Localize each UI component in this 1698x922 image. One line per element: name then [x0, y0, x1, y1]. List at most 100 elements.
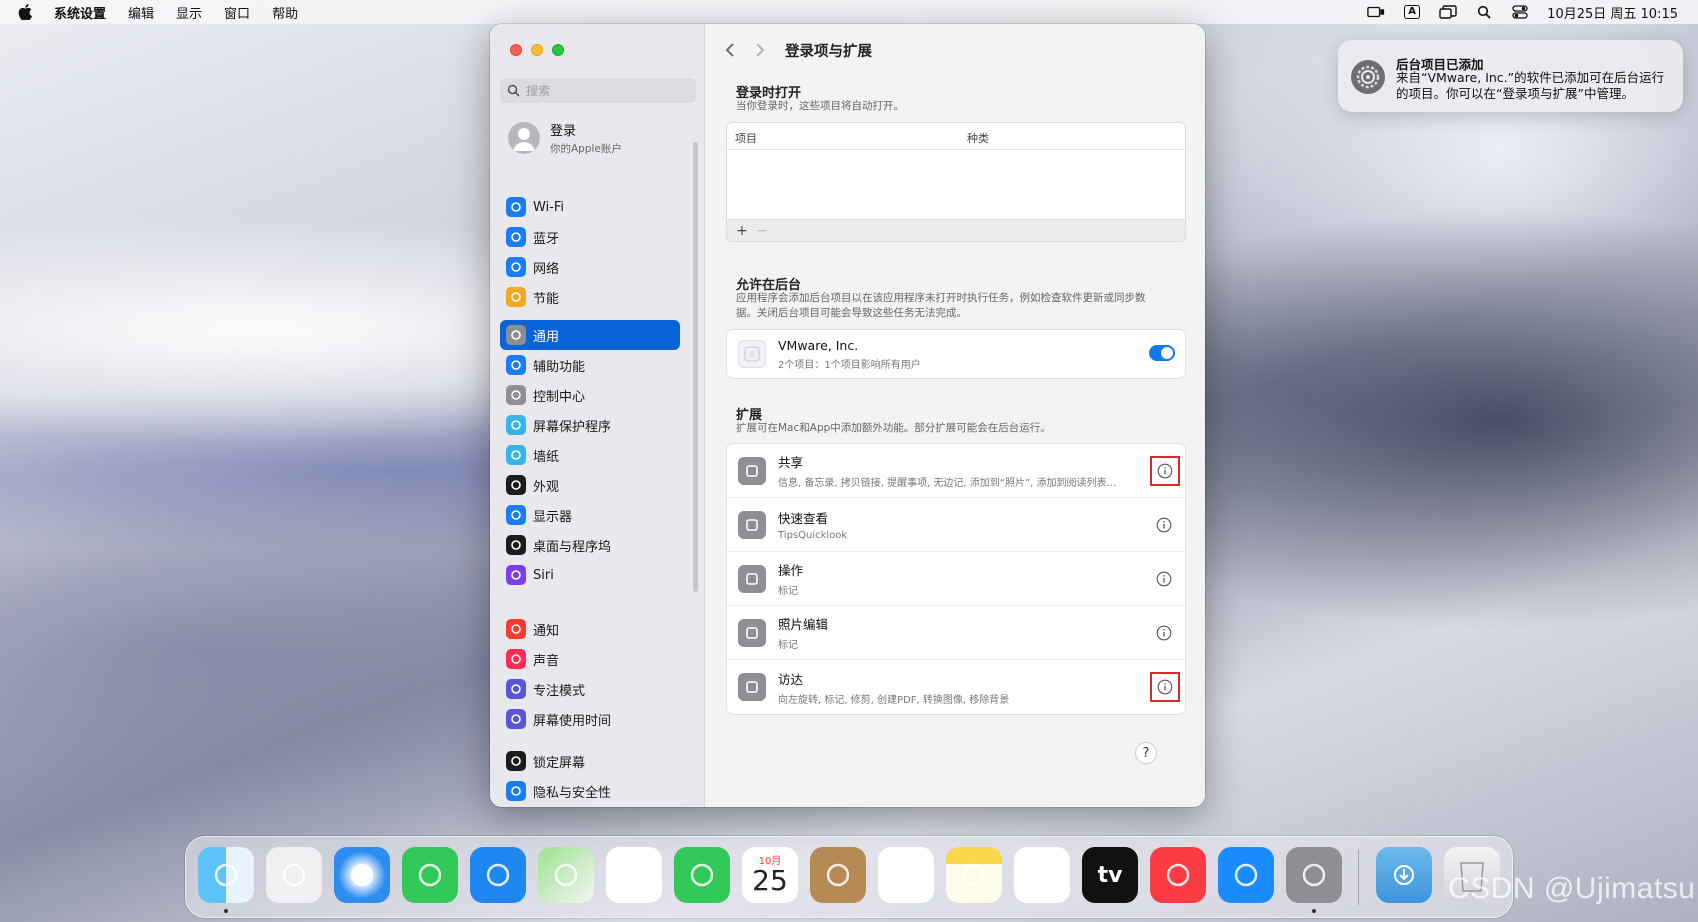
extension-info-button[interactable] [1153, 514, 1175, 536]
reminders-icon [894, 863, 918, 887]
screen-record-icon[interactable] [1367, 5, 1385, 19]
extension-info-button[interactable] [1153, 622, 1175, 644]
input-source-icon[interactable]: A [1403, 5, 1421, 19]
sidebar-item-screensaver[interactable]: 屏幕保护程序 [500, 410, 680, 440]
extension-info-button[interactable] [1150, 672, 1180, 702]
dock-safari[interactable] [334, 847, 390, 903]
dock-app-store[interactable] [1218, 847, 1274, 903]
sidebar-item-display[interactable]: 显示器 [500, 500, 680, 530]
sidebar-item-appearance[interactable]: 外观 [500, 470, 680, 500]
window-controls [510, 44, 564, 56]
menu-view[interactable]: 显示 [176, 3, 202, 22]
extension-row-actions[interactable]: 操作 标记 [727, 552, 1185, 606]
extension-row-share[interactable]: 共享 信息, 备忘录, 拷贝链接, 提醒事项, 无边记, 添加到“照片”, 添加到… [727, 444, 1185, 498]
sidebar-item-bluetooth[interactable]: 蓝牙 [500, 222, 680, 252]
page-title: 登录项与扩展 [785, 43, 872, 60]
sidebar-item-control-center[interactable]: 控制中心 [500, 380, 680, 410]
dock-mail[interactable] [470, 847, 526, 903]
dock-tv[interactable]: tv [1082, 847, 1138, 903]
account-title: 登录 [550, 124, 577, 139]
sidebar-item-privacy[interactable]: 隐私与安全性 [500, 776, 680, 806]
help-button[interactable]: ? [1135, 742, 1157, 764]
extension-row-finder-ext[interactable]: 访达 向左旋转, 标记, 修剪, 创建PDF, 转换图像, 移除背景 [727, 660, 1185, 714]
apple-menu-icon[interactable] [18, 4, 38, 20]
sidebar-item-screen-time[interactable]: 屏幕使用时间 [500, 704, 680, 734]
menu-edit[interactable]: 编辑 [128, 3, 154, 22]
menu-system-settings[interactable]: 系统设置 [54, 3, 106, 22]
close-button[interactable] [510, 44, 522, 56]
dock-facetime[interactable] [674, 847, 730, 903]
sidebar-scrollbar[interactable] [693, 142, 698, 592]
sidebar-item-accessibility[interactable]: 辅助功能 [500, 350, 680, 380]
notification-body: 来自“VMware, Inc.”的软件已添加可在后台运行的项目。你可以在“登录项… [1396, 70, 1665, 101]
menu-window[interactable]: 窗口 [224, 3, 250, 22]
extension-row-photo-editing[interactable]: 照片编辑 标记 [727, 606, 1185, 660]
dock-system-settings[interactable] [1286, 847, 1342, 903]
search-field[interactable]: 搜索 [500, 78, 696, 103]
login-items-table[interactable]: 项目 种类 + − [726, 122, 1186, 242]
contacts-icon [826, 863, 850, 887]
sidebar-item-sound[interactable]: 声音 [500, 644, 680, 674]
dock-calendar[interactable]: 10月 25 [742, 847, 798, 903]
sidebar-item-energy[interactable]: 节能 [500, 282, 680, 312]
forward-button[interactable] [749, 39, 771, 61]
dock-notes[interactable] [946, 847, 1002, 903]
launchpad-icon [282, 863, 306, 887]
sidebar-item-desktop-dock[interactable]: 桌面与程序坞 [500, 530, 680, 560]
sidebar-item-notifications[interactable]: 通知 [500, 614, 680, 644]
focus-icon [506, 679, 526, 699]
sidebar-item-focus[interactable]: 专注模式 [500, 674, 680, 704]
account-subtitle: 你的Apple账户 [550, 143, 622, 155]
dock-contacts[interactable] [810, 847, 866, 903]
remove-item-button[interactable]: − [755, 223, 769, 239]
col-item[interactable]: 项目 [735, 130, 757, 146]
dock-downloads-folder[interactable] [1376, 847, 1432, 903]
dock-launchpad[interactable] [266, 847, 322, 903]
sidebar-item-login-password[interactable]: 登录密码 [500, 806, 680, 807]
sidebar-item-label: 屏幕使用时间 [533, 713, 612, 729]
zoom-button[interactable] [552, 44, 564, 56]
sidebar-item-label: 蓝牙 [533, 231, 560, 247]
dock-finder[interactable] [198, 847, 254, 903]
dock-maps[interactable] [538, 847, 594, 903]
dock-reminders[interactable] [878, 847, 934, 903]
extension-info-button[interactable] [1153, 568, 1175, 590]
extension-info-button[interactable] [1150, 456, 1180, 486]
sidebar-item-label: 屏幕保护程序 [533, 419, 612, 435]
sidebar-item-siri[interactable]: Siri [500, 560, 680, 590]
extension-row-quicklook[interactable]: 快速查看 TipsQuicklook [727, 498, 1185, 552]
minimize-button[interactable] [531, 44, 543, 56]
display-icon [506, 505, 526, 525]
notification-banner[interactable]: 后台项目已添加 来自“VMware, Inc.”的软件已添加可在后台运行的项目。… [1338, 40, 1683, 112]
spotlight-search-icon[interactable] [1475, 5, 1493, 19]
background-desc: 应用程序会添加后台项目以在该应用程序未打开时执行任务，例如检查软件更新或同步数据… [736, 292, 1146, 319]
col-kind[interactable]: 种类 [967, 130, 989, 146]
account-row[interactable]: 登录 你的Apple账户 [508, 120, 622, 156]
menubar-clock[interactable]: 10月25日 周五 10:15 [1547, 3, 1678, 22]
dock-freeform[interactable] [1014, 847, 1070, 903]
info-icon [1157, 463, 1173, 479]
sidebar-item-network[interactable]: 网络 [500, 252, 680, 282]
add-item-button[interactable]: + [735, 223, 749, 239]
finder-icon [214, 863, 238, 887]
menu-help[interactable]: 帮助 [272, 3, 298, 22]
vmware-background-toggle[interactable] [1149, 345, 1175, 361]
sidebar-item-lock-screen[interactable]: 锁定屏幕 [500, 746, 680, 776]
background-items-card: VMware, Inc. 2个项目：1个项目影响所有用户 [726, 329, 1186, 379]
sidebar-item-wifi[interactable]: Wi-Fi [500, 192, 680, 222]
dock-photos[interactable] [606, 847, 662, 903]
control-center-icon[interactable] [1511, 5, 1529, 19]
dock-music[interactable] [1150, 847, 1206, 903]
sidebar-item-label: Wi-Fi [533, 199, 565, 215]
dock-messages[interactable] [402, 847, 458, 903]
sidebar-item-wallpaper[interactable]: 墙纸 [500, 440, 680, 470]
back-button[interactable] [719, 39, 741, 61]
vmware-icon [738, 340, 766, 368]
stage-manager-icon[interactable] [1439, 5, 1457, 19]
background-item-vmware[interactable]: VMware, Inc. 2个项目：1个项目影响所有用户 [727, 330, 1185, 378]
share-icon [738, 456, 766, 485]
info-icon [1156, 517, 1172, 533]
photos-icon [622, 863, 646, 887]
sidebar-item-general[interactable]: 通用 [500, 320, 680, 350]
extensions-card: 共享 信息, 备忘录, 拷贝链接, 提醒事项, 无边记, 添加到“照片”, 添加到… [726, 443, 1186, 715]
